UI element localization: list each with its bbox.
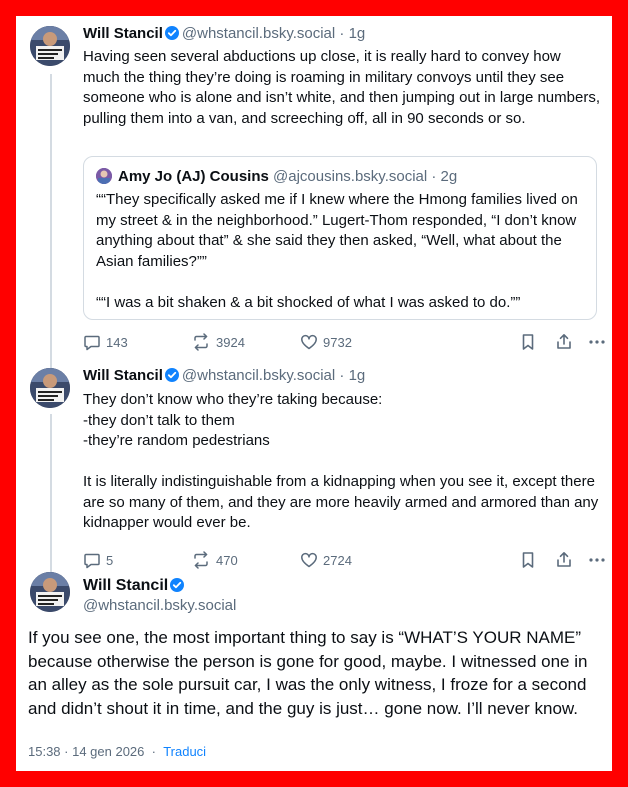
author-name[interactable]: Will Stancil — [83, 577, 168, 594]
post-text: Having seen several abductions up close,… — [83, 48, 600, 127]
avatar[interactable] — [30, 26, 70, 66]
post-text: If you see one, the most important thing… — [28, 628, 588, 718]
quote-avatar[interactable] — [96, 168, 112, 184]
reply-count: 143 — [106, 334, 128, 350]
translate-link[interactable]: Traduci — [163, 744, 206, 759]
quoted-post[interactable]: Amy Jo (AJ) Cousins @ajcousins.bsky.soci… — [83, 156, 597, 320]
post-timestamp[interactable]: 15:38 · 14 gen 2026 — [28, 744, 144, 759]
verified-badge-icon — [164, 368, 179, 382]
share-button[interactable] — [555, 550, 573, 570]
post-1[interactable]: Will Stancil @whstancil.bsky.social · 1g … — [16, 16, 612, 371]
more-options-icon — [588, 551, 606, 569]
bookmark-button[interactable] — [520, 332, 536, 352]
bookmark-button[interactable] — [520, 550, 536, 570]
repost-count: 470 — [216, 552, 238, 568]
share-button[interactable] — [555, 332, 573, 352]
quote-time[interactable]: · 2g — [431, 168, 457, 185]
repost-icon — [191, 333, 211, 351]
post-actions: 143 3924 9732 — [83, 332, 605, 352]
bookmark-icon — [520, 333, 536, 351]
heart-icon — [300, 333, 318, 351]
like-button[interactable]: 2724 — [300, 550, 352, 570]
share-icon — [555, 551, 573, 569]
like-count: 2724 — [323, 552, 352, 568]
quote-text: ““They specifically asked me if I knew w… — [96, 191, 578, 311]
author-handle[interactable]: @whstancil.bsky.social — [182, 25, 335, 42]
bookmark-icon — [520, 551, 536, 569]
thread-panel: Will Stancil @whstancil.bsky.social · 1g … — [16, 16, 612, 771]
like-button[interactable]: 9732 — [300, 332, 352, 352]
reply-count: 5 — [106, 552, 114, 568]
like-count: 9732 — [323, 334, 352, 350]
post-time[interactable]: · 1g — [339, 367, 365, 384]
reply-icon — [83, 333, 101, 351]
quote-header: Amy Jo (AJ) Cousins @ajcousins.bsky.soci… — [96, 167, 457, 187]
repost-count: 3924 — [216, 334, 245, 350]
more-options-button[interactable] — [588, 332, 606, 352]
post-2[interactable]: Will Stancil @whstancil.bsky.social · 1g … — [16, 366, 612, 569]
post-text: They don’t know who they’re taking becau… — [83, 391, 599, 531]
avatar[interactable] — [30, 572, 70, 612]
author-name[interactable]: Will Stancil — [83, 25, 163, 42]
repost-button[interactable]: 470 — [191, 550, 238, 570]
heart-icon — [300, 551, 318, 569]
footer-separator: · — [151, 744, 156, 759]
share-icon — [555, 333, 573, 351]
post-header: Will Stancil — [83, 576, 187, 596]
verified-badge-icon — [164, 26, 179, 40]
author-handle[interactable]: @whstancil.bsky.social — [182, 367, 335, 384]
more-options-button[interactable] — [588, 550, 606, 570]
avatar[interactable] — [30, 368, 70, 408]
quote-author-name[interactable]: Amy Jo (AJ) Cousins — [118, 168, 269, 185]
post-time[interactable]: · 1g — [339, 25, 365, 42]
quote-author-handle[interactable]: @ajcousins.bsky.social — [273, 168, 427, 185]
post-actions: 5 470 2724 — [83, 550, 605, 570]
more-options-icon — [588, 333, 606, 351]
post-header: Will Stancil @whstancil.bsky.social · 1g — [83, 24, 365, 44]
reply-button[interactable]: 5 — [83, 550, 113, 570]
reply-icon — [83, 551, 101, 569]
post-footer: 15:38 · 14 gen 2026 · Traduci — [28, 744, 206, 759]
verified-badge-icon — [170, 578, 185, 592]
author-handle[interactable]: @whstancil.bsky.social — [83, 596, 236, 616]
repost-button[interactable]: 3924 — [191, 332, 245, 352]
repost-icon — [191, 551, 211, 569]
reply-button[interactable]: 143 — [83, 332, 128, 352]
author-name[interactable]: Will Stancil — [83, 367, 163, 384]
post-header: Will Stancil @whstancil.bsky.social · 1g — [83, 366, 365, 386]
